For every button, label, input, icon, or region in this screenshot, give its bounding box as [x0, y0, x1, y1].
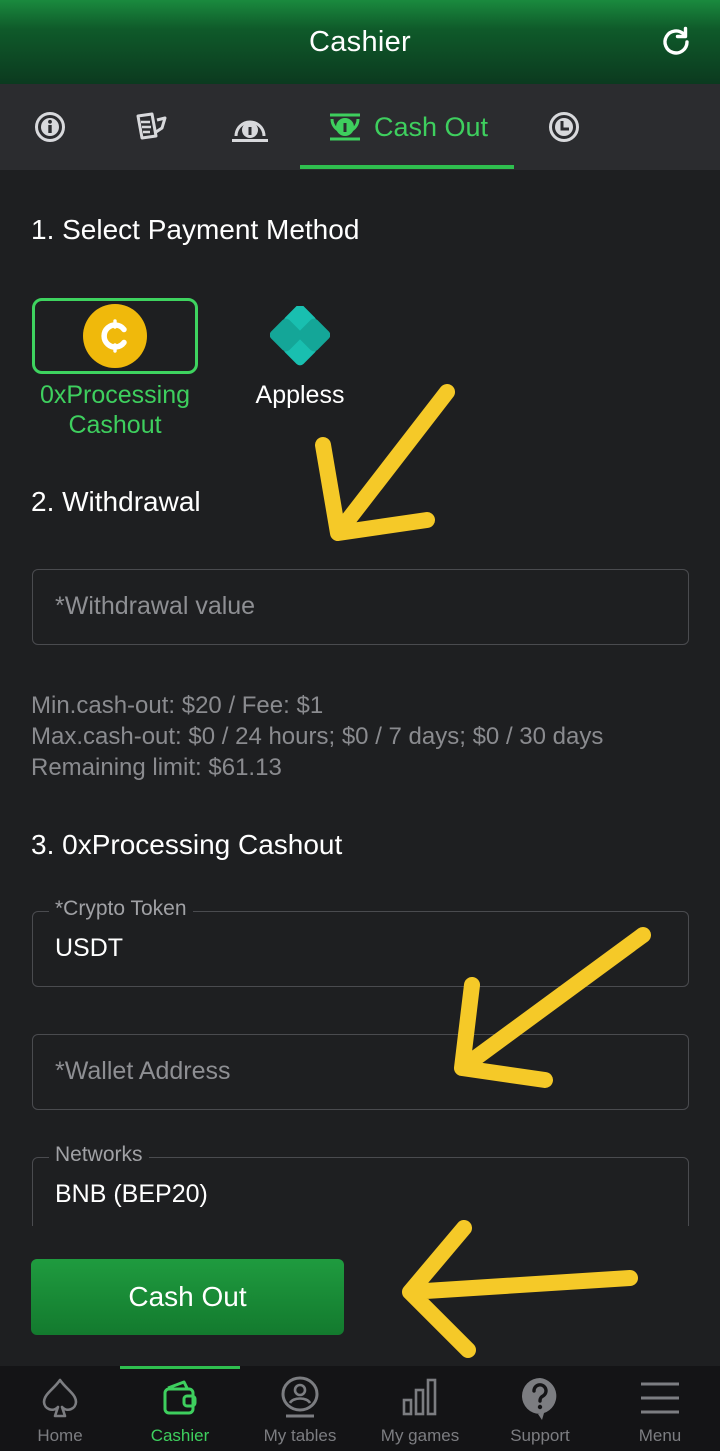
coin-icon	[83, 304, 147, 368]
nav-my-games[interactable]: My games	[360, 1366, 480, 1451]
nav-cashier-label: Cashier	[150, 1426, 210, 1445]
wallet-address-input[interactable]: *Wallet Address	[32, 1034, 689, 1110]
payment-method-label-line1: 0xProcessing	[39, 381, 191, 409]
section-select-payment-title: 1. Select Payment Method	[31, 214, 360, 245]
appless-icon[interactable]	[270, 306, 330, 366]
limit-min-fee: Min.cash-out: $20 / Fee: $1	[31, 692, 324, 719]
cashout-limits: Min.cash-out: $20 / Fee: $1 Max.cash-out…	[31, 690, 603, 783]
tab-info[interactable]	[20, 84, 80, 170]
tab-cash-out[interactable]: Cash Out	[300, 84, 514, 170]
refresh-icon[interactable]	[658, 24, 694, 60]
crypto-token-label: *Crypto Token	[49, 897, 193, 921]
annotation-arrow-1	[315, 384, 455, 541]
crypto-token-select[interactable]: *Crypto Token USDT	[32, 897, 689, 987]
tab-transactions[interactable]	[120, 84, 180, 170]
nav-my-tables-label: My tables	[263, 1426, 337, 1445]
nav-active-indicator	[120, 1366, 240, 1369]
networks-label: Networks	[49, 1143, 149, 1167]
tab-history[interactable]	[534, 84, 594, 170]
tab-deposit[interactable]	[220, 84, 280, 170]
help-icon	[522, 1378, 557, 1420]
nav-menu-label: Menu	[638, 1426, 682, 1445]
nav-menu[interactable]: Menu	[600, 1366, 720, 1451]
payment-method-0xprocessing-label[interactable]: 0xProcessing Cashout	[20, 380, 210, 440]
header-bar: Cashier	[0, 0, 720, 84]
wallet-icon	[163, 1380, 197, 1415]
wallet-address-placeholder: *Wallet Address	[55, 1057, 231, 1085]
bottom-nav: Home Cashier My tables My games Support …	[0, 1366, 720, 1451]
receipt-icon	[136, 112, 167, 140]
payment-method-appless-label[interactable]: Appless	[220, 380, 380, 410]
section-withdrawal-title: 2. Withdrawal	[31, 486, 201, 517]
limit-remaining: Remaining limit: $61.13	[31, 754, 282, 781]
section-cashout-details-title: 3. 0xProcessing Cashout	[31, 829, 343, 860]
deposit-icon	[232, 120, 268, 142]
spade-icon	[42, 1378, 78, 1418]
cash-out-icon	[329, 113, 360, 141]
page-title: Cashier	[308, 25, 412, 58]
networks-select[interactable]: Networks BNB (BEP20)	[32, 1143, 689, 1233]
nav-cashier[interactable]: Cashier	[120, 1366, 240, 1451]
withdrawal-value-input[interactable]: *Withdrawal value	[32, 569, 689, 645]
nav-support-label: Support	[510, 1426, 570, 1445]
nav-home[interactable]: Home	[0, 1366, 120, 1451]
active-tab-indicator	[300, 165, 514, 169]
networks-value: BNB (BEP20)	[55, 1180, 208, 1208]
cash-out-button[interactable]: Cash Out	[31, 1259, 344, 1335]
info-icon	[35, 112, 65, 142]
tables-icon	[281, 1376, 319, 1418]
limit-max: Max.cash-out: $0 / 24 hours; $0 / 7 days…	[31, 723, 604, 750]
crypto-token-value: USDT	[55, 934, 124, 962]
nav-support[interactable]: Support	[480, 1366, 600, 1451]
nav-my-games-label: My games	[380, 1426, 460, 1445]
nav-my-tables[interactable]: My tables	[240, 1366, 360, 1451]
history-icon	[549, 112, 579, 142]
chart-icon	[402, 1378, 437, 1416]
withdrawal-placeholder: *Withdrawal value	[55, 592, 256, 620]
payment-method-label-line2: Cashout	[68, 411, 162, 439]
tab-cash-out-label: Cash Out	[373, 111, 489, 142]
menu-icon	[641, 1382, 679, 1414]
payment-method-0xprocessing[interactable]	[32, 298, 198, 374]
cashier-tabs: Cash Out	[0, 84, 720, 170]
nav-home-label: Home	[37, 1426, 83, 1445]
